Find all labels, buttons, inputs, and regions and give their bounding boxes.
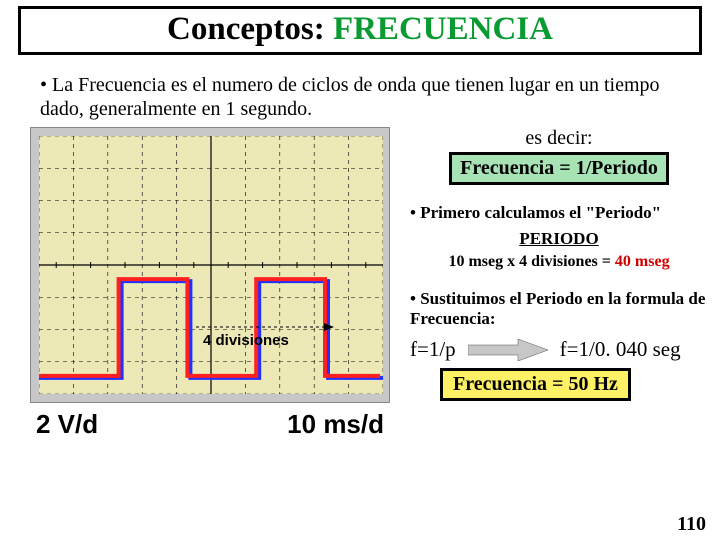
- scope-grid-svg: [39, 136, 383, 394]
- formula-frecuencia-periodo: Frecuencia = 1/Periodo: [449, 152, 669, 185]
- title-prefix: Conceptos:: [167, 11, 333, 47]
- periodo-calc: 10 mseg x 4 divisiones = 40 mseg: [410, 253, 708, 271]
- page-number: 110: [677, 513, 706, 536]
- f-numeric: f=1/0. 040 seg: [560, 337, 681, 362]
- oscilloscope: 4 divisiones: [30, 127, 390, 403]
- f-symbolic: f=1/p: [410, 337, 456, 362]
- title-box: Conceptos: FRECUENCIA: [18, 6, 702, 55]
- scope-footer: 2 V/d 10 ms/d: [30, 409, 390, 440]
- left-column: 4 divisiones 2 V/d 10 ms/d: [30, 127, 400, 440]
- es-decir: es decir:: [410, 127, 708, 150]
- arrow-icon: [468, 339, 548, 361]
- content-row: 4 divisiones 2 V/d 10 ms/d es decir: Fre…: [30, 127, 708, 440]
- bullet-periodo: • Primero calculamos el "Periodo": [410, 203, 708, 223]
- intro-text: • La Frecuencia es el numero de ciclos d…: [40, 73, 680, 121]
- time-per-div: 10 ms/d: [287, 409, 384, 440]
- volts-per-div: 2 V/d: [36, 409, 98, 440]
- periodo-calc-result: 40 mseg: [615, 253, 670, 270]
- periodo-calc-prefix: 10 mseg x 4 divisiones =: [448, 253, 614, 270]
- periodo-heading: PERIODO: [410, 229, 708, 249]
- result-box: Frecuencia = 50 Hz: [440, 368, 631, 401]
- bullet-sustituimos: • Sustituimos el Periodo en la formula d…: [410, 289, 708, 329]
- oscilloscope-screen: 4 divisiones: [39, 136, 383, 394]
- title-highlight: FRECUENCIA: [333, 11, 553, 47]
- frequency-row: f=1/p f=1/0. 040 seg: [410, 337, 708, 362]
- right-column: es decir: Frecuencia = 1/Periodo • Prime…: [400, 127, 708, 440]
- divisions-label: 4 divisiones: [203, 332, 289, 349]
